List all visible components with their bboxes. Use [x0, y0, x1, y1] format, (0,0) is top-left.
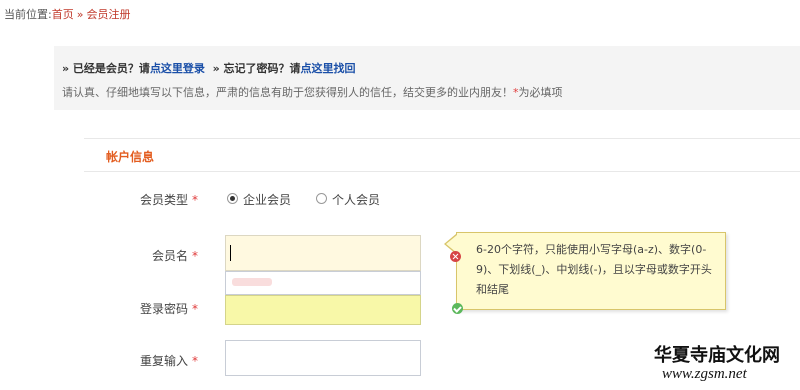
radio-enterprise-member[interactable]	[227, 193, 238, 204]
required-note: 为必填项	[518, 86, 563, 99]
password-label-text: 登录密码	[139, 302, 188, 316]
username-required-star: *	[192, 249, 198, 263]
watermark-url: www.zgsm.net	[662, 366, 747, 382]
forgot-prompt: » 忘记了密码？请	[212, 62, 301, 75]
username-label-text: 会员名	[151, 249, 188, 263]
tooltip-text: 6-20个字符，只能使用小写字母(a-z)、数字(0-9)、下划线(_)、中划线…	[476, 243, 712, 296]
notice-box: » 已经是会员？请点这里登录 » 忘记了密码？请点这里找回 请认真、仔细地填写以…	[54, 46, 800, 110]
check-icon	[452, 303, 463, 314]
member-type-label: 会员类型 *	[112, 191, 198, 208]
section-header: 帐户信息	[84, 138, 800, 172]
repeat-password-input[interactable]	[225, 340, 421, 376]
repeat-password-label: 重复输入 *	[112, 352, 198, 369]
login-prompt: » 已经是会员？请	[62, 62, 150, 75]
member-type-required-star: *	[192, 193, 198, 207]
breadcrumb-current-link[interactable]: 会员注册	[86, 8, 130, 21]
section-title: 帐户信息	[106, 150, 155, 164]
notice-links-line: » 已经是会员？请点这里登录 » 忘记了密码？请点这里找回	[62, 60, 356, 76]
faded-hint-mark	[232, 278, 272, 286]
repeat-password-label-text: 重复输入	[139, 354, 188, 368]
breadcrumb-home-link[interactable]: 首页	[52, 8, 74, 21]
login-link[interactable]: 点这里登录	[150, 62, 205, 75]
password-required-star: *	[192, 302, 198, 316]
error-icon	[450, 251, 461, 262]
member-type-label-text: 会员类型	[139, 193, 188, 207]
breadcrumb: 当前位置:首页» 会员注册	[4, 6, 130, 22]
password-label: 登录密码 *	[112, 300, 198, 317]
username-input[interactable]	[225, 235, 421, 271]
forgot-password-link[interactable]: 点这里找回	[301, 62, 356, 75]
breadcrumb-separator: »	[76, 8, 84, 21]
username-label: 会员名 *	[112, 247, 198, 264]
watermark-site-name: 华夏寺庙文化网	[654, 345, 780, 366]
notice-description: 请认真、仔细地填写以下信息，严肃的信息有助于您获得别人的信任，结交更多的业内朋友…	[62, 84, 563, 100]
radio-personal-label[interactable]: 个人会员	[332, 191, 380, 208]
text-caret	[230, 245, 231, 261]
repeat-password-required-star: *	[192, 354, 198, 368]
radio-enterprise-label[interactable]: 企业会员	[243, 191, 291, 208]
radio-personal-member[interactable]	[316, 193, 327, 204]
password-input[interactable]	[225, 295, 421, 325]
breadcrumb-prefix: 当前位置:	[4, 8, 52, 21]
notice-description-text: 请认真、仔细地填写以下信息，严肃的信息有助于您获得别人的信任，结交更多的业内朋友…	[62, 86, 513, 99]
